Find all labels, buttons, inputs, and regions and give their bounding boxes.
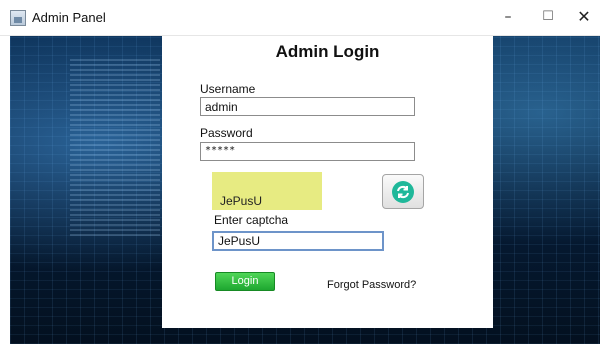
captcha-text: JePusU xyxy=(220,194,263,208)
minimize-button[interactable]: – xyxy=(496,6,520,28)
close-button[interactable]: ✕ xyxy=(572,6,596,28)
forgot-password-link[interactable]: Forgot Password? xyxy=(327,279,416,291)
window-titlebar: Admin Panel – ☐ ✕ xyxy=(0,0,600,36)
code-texture xyxy=(70,56,160,236)
captcha-input[interactable]: JePusU xyxy=(212,231,384,251)
login-button[interactable]: Login xyxy=(215,272,275,291)
refresh-icon xyxy=(392,180,414,203)
maximize-button[interactable]: ☐ xyxy=(536,6,560,28)
refresh-captcha-button[interactable] xyxy=(382,174,424,209)
window-title: Admin Panel xyxy=(32,10,106,25)
captcha-label: Enter captcha xyxy=(214,213,289,227)
login-form: Admin Login Username admin Password ****… xyxy=(162,36,493,328)
username-label: Username xyxy=(200,82,256,96)
password-field[interactable]: ***** xyxy=(200,142,415,161)
login-heading: Admin Login xyxy=(275,42,380,61)
password-label: Password xyxy=(200,126,253,140)
username-field[interactable]: admin xyxy=(200,97,415,116)
captcha-image: JePusU xyxy=(212,172,322,210)
app-window-icon xyxy=(10,10,26,26)
